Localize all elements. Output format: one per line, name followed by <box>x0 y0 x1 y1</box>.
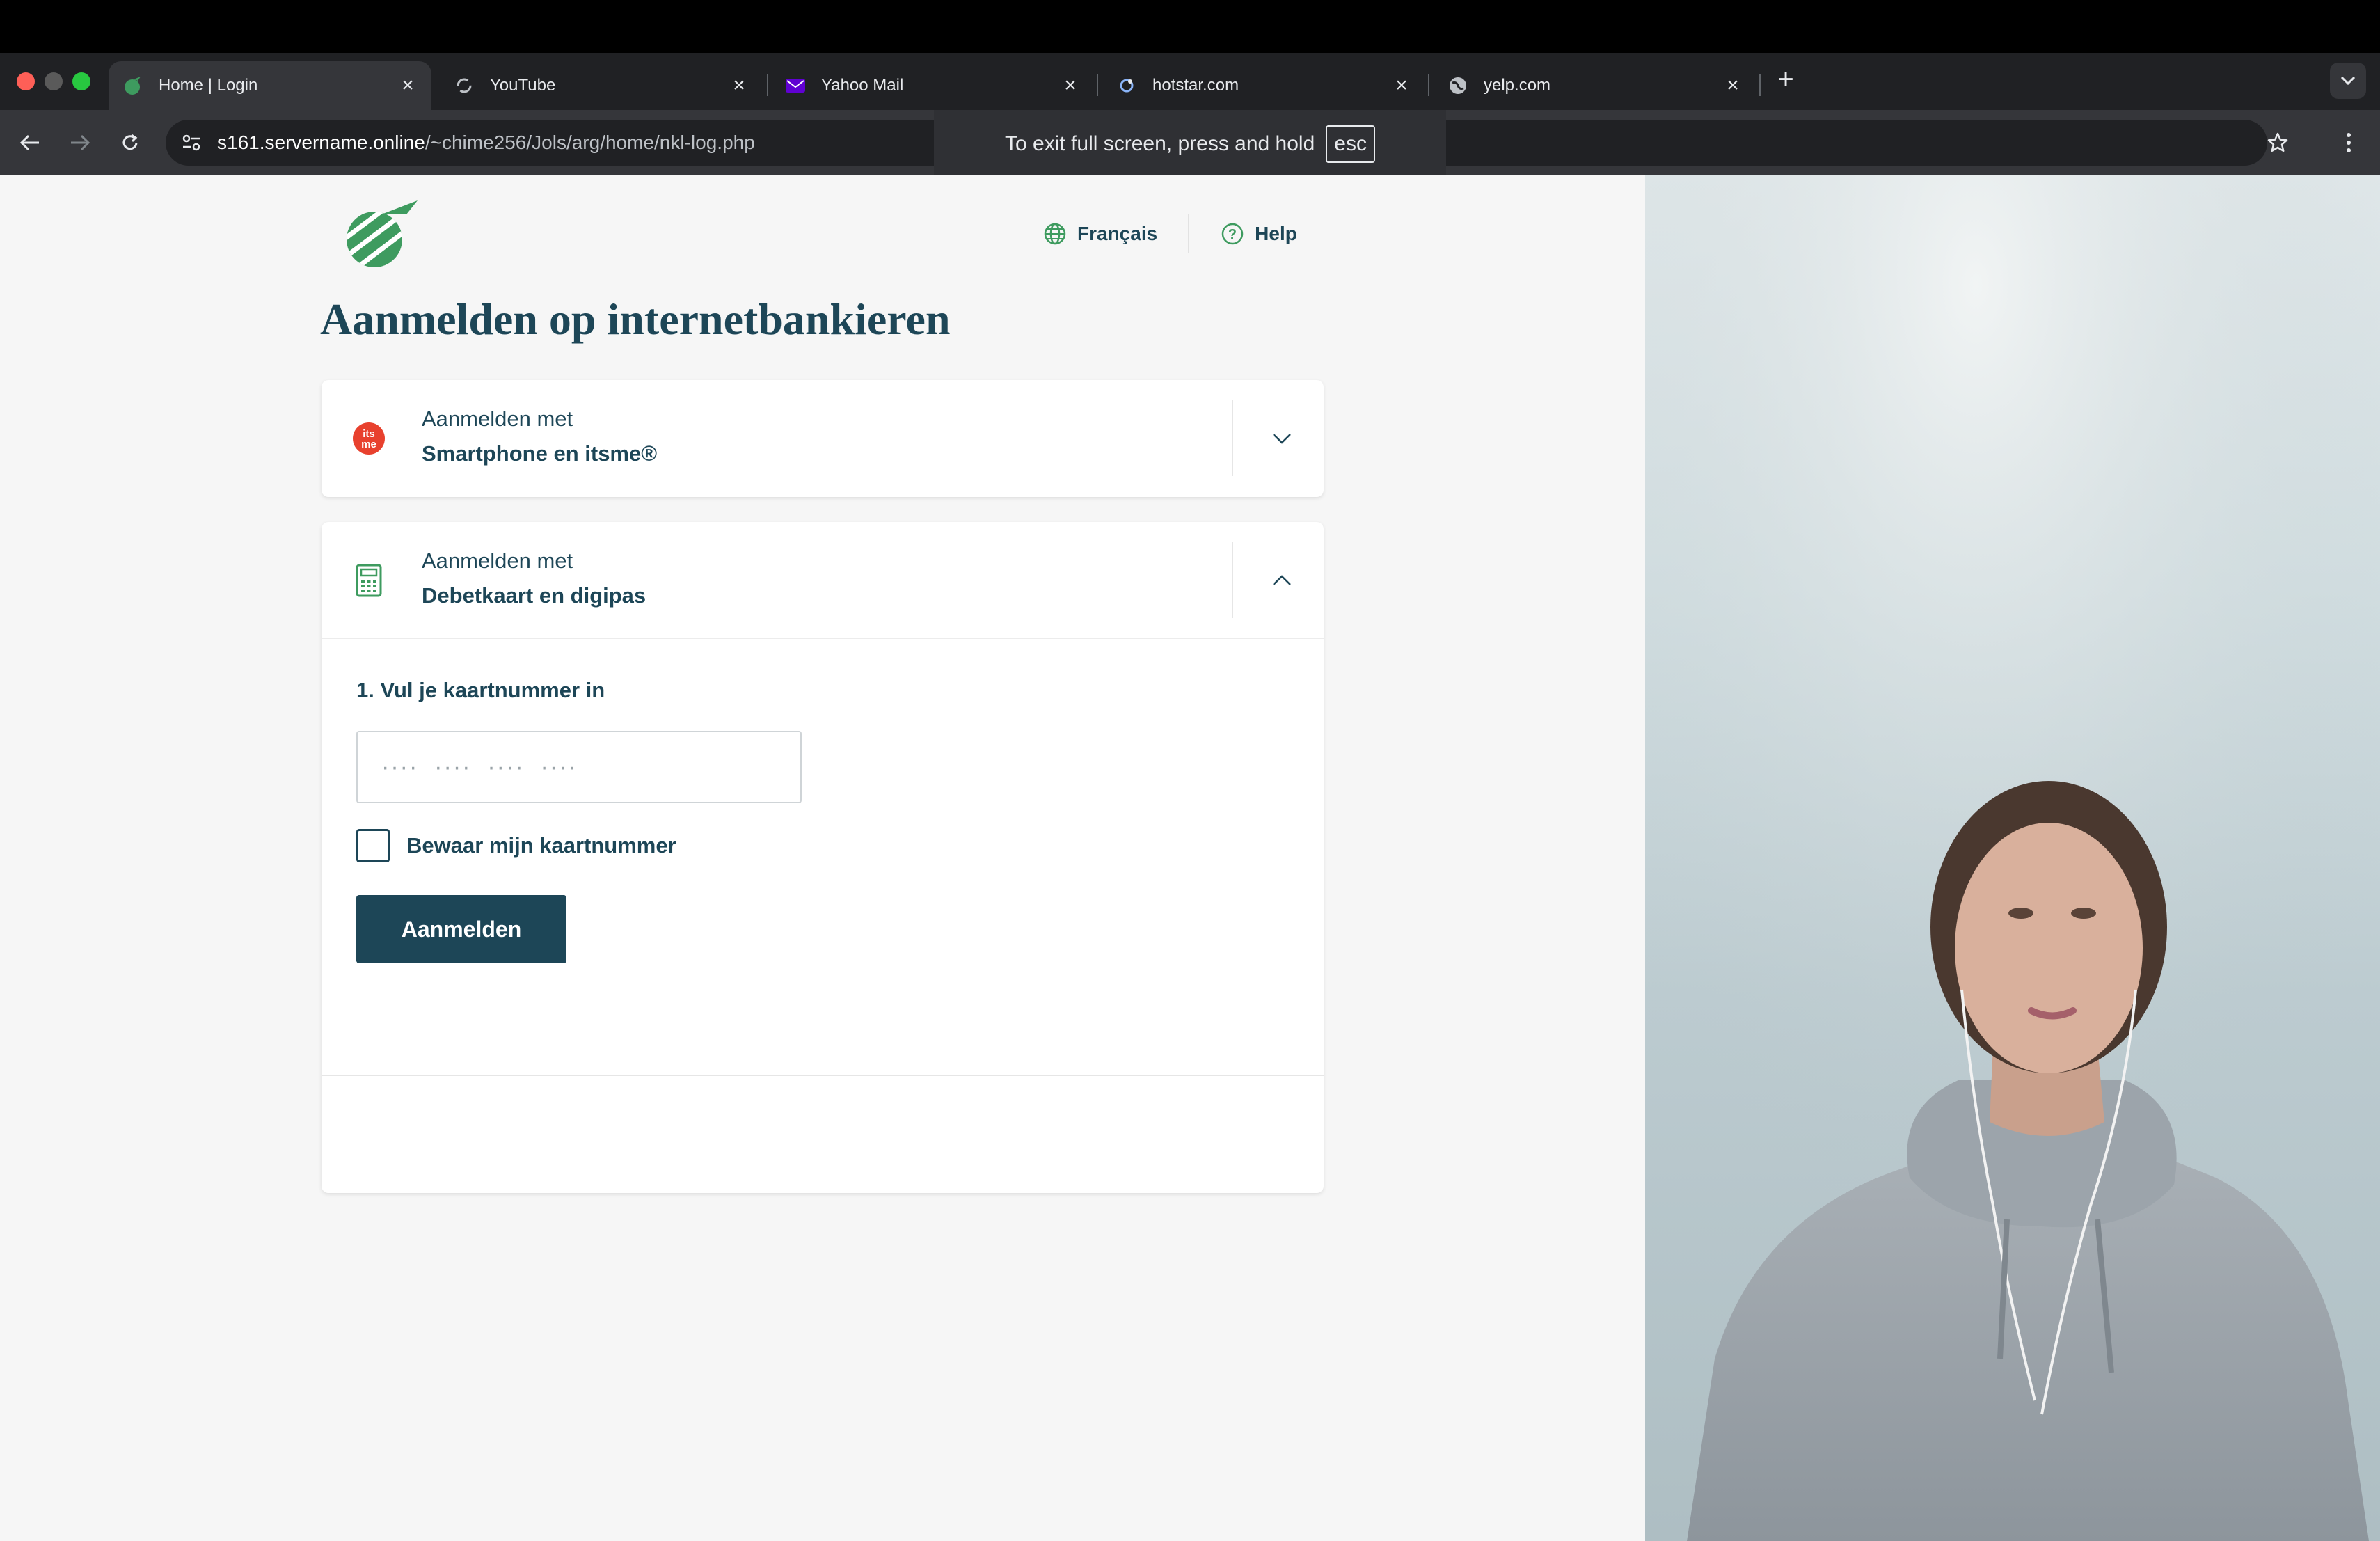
tab-separator <box>1097 74 1098 96</box>
arrow-left-icon <box>19 134 39 151</box>
remember-card-checkbox[interactable] <box>356 829 390 862</box>
url-path: /~chime256/Jols/arg/home/nkl-log.php <box>425 132 755 153</box>
browser-tab-youtube[interactable]: YouTube × <box>440 61 763 110</box>
photo-illustration <box>1645 175 2380 1541</box>
help-link[interactable]: ? Help <box>1220 221 1297 246</box>
hotstar-favicon-icon <box>1116 75 1137 96</box>
woman-with-earphones-photo <box>1645 175 2380 1541</box>
tab-title: yelp.com <box>1484 76 1551 95</box>
remember-card-row: Bewaar mijn kaartnummer <box>356 828 676 863</box>
page-title: Aanmelden op internetbankieren <box>320 294 951 344</box>
help-circle-icon: ? <box>1220 221 1245 246</box>
language-link[interactable]: Français <box>1042 221 1157 246</box>
arrow-right-icon <box>71 134 90 151</box>
svg-text:?: ? <box>1228 227 1237 242</box>
digipas-accordion-header[interactable]: Aanmelden met Debetkaart en digipas <box>322 522 1324 638</box>
bank-logo[interactable] <box>340 199 420 269</box>
browser-tab-yelp[interactable]: yelp.com × <box>1434 61 1756 110</box>
tab-title: Yahoo Mail <box>821 76 904 95</box>
fullscreen-notice-text: To exit full screen, press and hold <box>1005 132 1315 155</box>
url-text: s161.servername.online/~chime256/Jols/ar… <box>217 132 755 154</box>
footer-divider <box>322 1075 1324 1076</box>
tab-close-icon[interactable]: × <box>398 74 418 97</box>
card-number-input[interactable] <box>356 731 802 803</box>
back-button[interactable] <box>13 125 47 160</box>
calculator-icon <box>352 564 386 597</box>
login-method-itsme-card: its me Aanmelden met Smartphone en itsme® <box>322 380 1324 497</box>
tab-title: YouTube <box>490 76 556 95</box>
card-method-title: Debetkaart en digipas <box>422 583 646 608</box>
card-subtitle: Aanmelden met <box>422 548 573 573</box>
card-header-divider <box>322 638 1324 639</box>
tab-title: hotstar.com <box>1152 76 1239 95</box>
fullscreen-window-button[interactable] <box>72 72 90 90</box>
svg-text:me: me <box>361 438 376 450</box>
esc-key-badge: esc <box>1326 125 1375 163</box>
tab-separator <box>767 74 768 96</box>
help-link-label: Help <box>1255 223 1297 244</box>
chevron-down-icon <box>2340 76 2356 86</box>
new-tab-button[interactable]: + <box>1773 65 1798 93</box>
tab-title: Home | Login <box>159 76 258 95</box>
browser-menu-button[interactable] <box>2331 125 2366 160</box>
card-divider <box>1232 542 1233 618</box>
bookmark-button[interactable] <box>2260 125 2295 160</box>
browser-tab-home-login[interactable]: Home | Login × <box>109 61 431 110</box>
remember-card-label[interactable]: Bewaar mijn kaartnummer <box>406 833 676 858</box>
browser-tab-bar: Home | Login × YouTube × Yahoo Mail × ho… <box>0 53 2380 110</box>
star-icon <box>2267 132 2288 152</box>
yahoo-mail-favicon-icon <box>785 75 806 96</box>
reload-button[interactable] <box>113 125 148 160</box>
tab-separator <box>1428 74 1429 96</box>
link-divider <box>1188 214 1190 253</box>
youtube-favicon-icon <box>454 75 475 96</box>
tab-close-icon[interactable]: × <box>1061 74 1080 97</box>
card-subtitle: Aanmelden met <box>422 406 573 431</box>
web-page: Français ? Help Aanmelden op internetban… <box>0 175 2380 1541</box>
card-number-step-label: 1. Vul je kaartnummer in <box>356 678 605 702</box>
more-vertical-icon <box>2347 133 2351 152</box>
login-method-digipas-card: Aanmelden met Debetkaart en digipas 1. V… <box>322 522 1324 1193</box>
itsme-accordion-header[interactable]: its me Aanmelden met Smartphone en itsme® <box>322 380 1324 496</box>
site-settings-icon[interactable] <box>175 127 207 159</box>
login-submit-button[interactable]: Aanmelden <box>356 895 566 963</box>
language-link-label: Français <box>1077 223 1158 244</box>
tab-close-icon[interactable]: × <box>729 74 749 97</box>
screen-top-bar <box>0 0 2380 53</box>
tab-close-icon[interactable]: × <box>1723 74 1743 97</box>
url-host: s161.servername.online <box>217 132 425 153</box>
apple-logo-icon <box>347 200 418 267</box>
browser-tab-hotstar[interactable]: hotstar.com × <box>1102 61 1425 110</box>
tab-separator <box>1759 74 1761 96</box>
chevron-up-icon[interactable] <box>1265 564 1299 597</box>
minimize-window-button[interactable] <box>45 72 63 90</box>
reload-icon <box>122 134 138 150</box>
itsme-icon: its me <box>352 422 386 455</box>
globe-favicon-icon <box>1447 75 1468 96</box>
top-links: Français ? Help <box>1042 214 1297 253</box>
card-method-title: Smartphone en itsme® <box>422 441 658 466</box>
tab-search-button[interactable] <box>2330 63 2366 99</box>
tab-close-icon[interactable]: × <box>1392 74 1411 97</box>
forward-button[interactable] <box>63 125 97 160</box>
card-divider <box>1232 400 1233 476</box>
fullscreen-exit-notice: To exit full screen, press and hold esc <box>934 110 1446 185</box>
bank-apple-favicon-icon <box>122 75 143 96</box>
chevron-down-icon[interactable] <box>1265 422 1299 455</box>
close-window-button[interactable] <box>17 72 35 90</box>
globe-icon <box>1042 221 1068 246</box>
browser-tab-yahoo-mail[interactable]: Yahoo Mail × <box>771 61 1094 110</box>
